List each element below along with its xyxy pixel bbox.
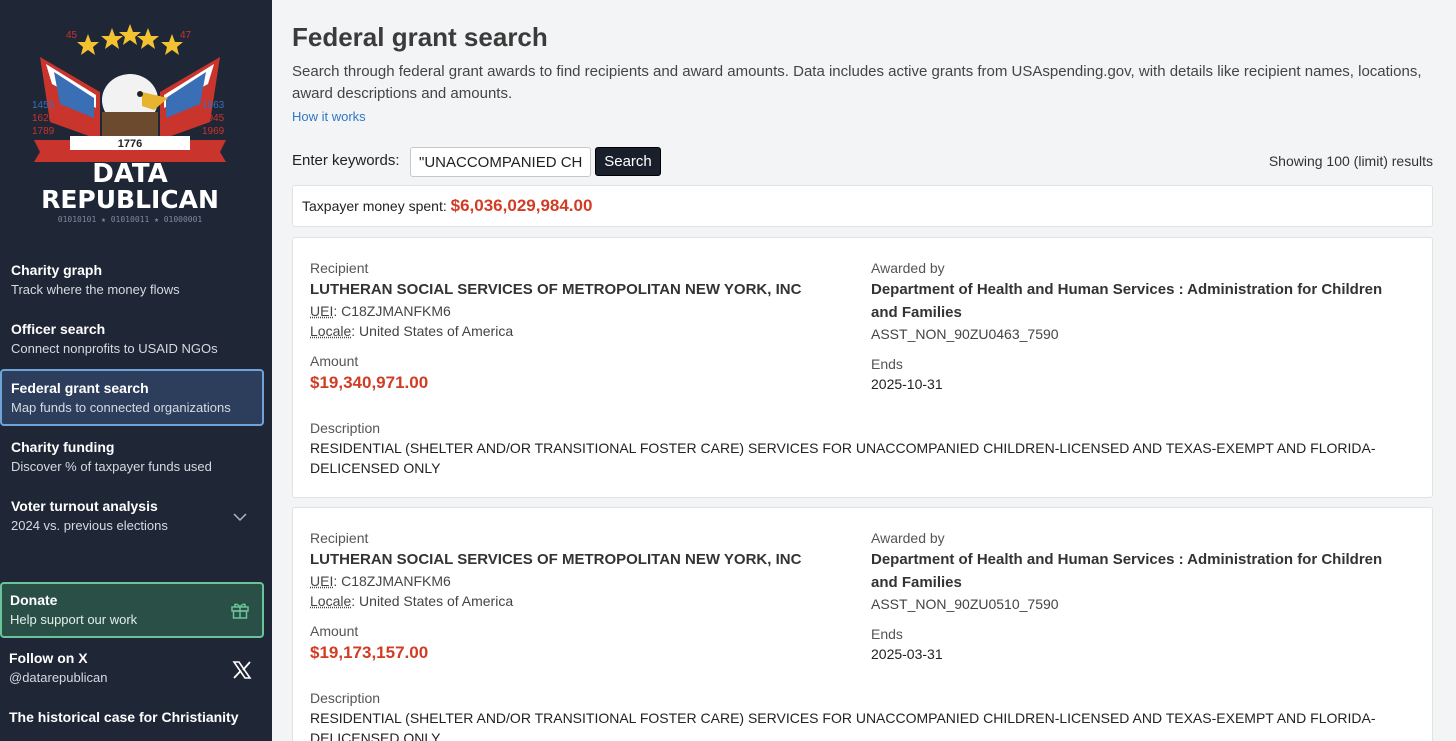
uei-value: : C18ZJMANFKM6 [333, 573, 451, 589]
donate-button[interactable]: Donate Help support our work [0, 582, 264, 638]
total-amount: $6,036,029,984.00 [450, 196, 593, 215]
nav-subtitle: Discover % of taxpayer funds used [11, 459, 212, 474]
award-amount: $19,173,157.00 [310, 643, 429, 662]
sidebar-nav: Charity graph Track where the money flow… [0, 251, 272, 546]
sidebar-item-officer-search[interactable]: Officer search Connect nonprofits to USA… [0, 310, 264, 367]
award-description: RESIDENTIAL (SHELTER AND/OR TRANSITIONAL… [310, 710, 1376, 741]
description-label: Description [310, 690, 381, 706]
donate-subtitle: Help support our work [10, 612, 138, 627]
awarding-agency: Department of Health and Human Services … [871, 281, 1383, 321]
locale-value: : United States of America [351, 593, 514, 609]
end-date: 2025-03-31 [871, 646, 943, 662]
uei-value: : C18ZJMANFKM6 [333, 303, 451, 319]
locale-row: Locale: United States of America [310, 321, 850, 341]
total-label: Taxpayer money spent: [302, 198, 447, 214]
logo-binary: 01010101 ★ 01010011 ★ 01000001 [58, 215, 203, 224]
gift-icon [231, 603, 249, 619]
historical-case-link[interactable]: The historical case for Christianity [9, 709, 239, 725]
results-count: Showing 100 (limit) results [1268, 153, 1433, 169]
grant-card: Recipient LUTHERAN SOCIAL SERVICES OF ME… [292, 237, 1433, 498]
sidebar-item-charity-funding[interactable]: Charity funding Discover % of taxpayer f… [0, 428, 264, 485]
uei-abbr: UEI [310, 303, 334, 319]
keywords-label: Enter keywords: [292, 152, 400, 169]
nav-subtitle: 2024 vs. previous elections [11, 518, 168, 533]
follow-title: Follow on X [9, 650, 88, 666]
chevron-down-icon[interactable] [232, 509, 248, 525]
nav-title: Charity graph [11, 262, 103, 278]
page-description: Search through federal grant awards to f… [292, 63, 1422, 102]
follow-handle: @datarepublican [9, 670, 108, 685]
grant-card: Recipient LUTHERAN SOCIAL SERVICES OF ME… [292, 507, 1433, 741]
amount-label: Amount [310, 353, 359, 369]
recipient-label: Recipient [310, 260, 369, 276]
how-it-works-link[interactable]: How it works [292, 109, 366, 124]
uei-row: UEI: C18ZJMANFKM6 [310, 301, 850, 321]
logo-text-republican: REPUBLICAN [41, 185, 219, 214]
sidebar: 45 47 1455 1620 1789 1863 1945 1969 1776… [0, 0, 272, 741]
donate-title: Donate [10, 592, 58, 608]
nav-title: Officer search [11, 321, 106, 337]
locale-value: : United States of America [351, 323, 514, 339]
nav-subtitle: Map funds to connected organizations [11, 400, 231, 415]
locale-abbr: Locale [310, 323, 352, 339]
nav-subtitle: Track where the money flows [11, 282, 180, 297]
logo-year-left-2: 1620 [32, 113, 55, 124]
sidebar-item-federal-grant-search[interactable]: Federal grant search Map funds to connec… [0, 369, 264, 426]
logo-year-left-3: 1789 [32, 126, 55, 137]
sidebar-item-charity-graph[interactable]: Charity graph Track where the money flow… [0, 251, 264, 308]
x-logo-icon [232, 661, 252, 679]
recipient-name: LUTHERAN SOCIAL SERVICES OF METROPOLITAN… [310, 551, 802, 568]
logo-year-right-2: 1945 [202, 113, 225, 124]
logo-year-right-1: 1863 [202, 100, 225, 111]
nav-title: Voter turnout analysis [11, 498, 158, 514]
uei-abbr: UEI [310, 573, 334, 589]
end-date: 2025-10-31 [871, 376, 943, 392]
main-content: Federal grant search Search through fede… [272, 0, 1456, 741]
locale-abbr: Locale [310, 593, 352, 609]
data-republican-logo[interactable]: 45 47 1455 1620 1789 1863 1945 1969 1776… [30, 22, 230, 227]
recipient-label: Recipient [310, 530, 369, 546]
page-title: Federal grant search [292, 22, 548, 52]
awarding-agency: Department of Health and Human Services … [871, 551, 1383, 591]
search-button[interactable]: Search [595, 147, 661, 176]
awarded-by-label: Awarded by [871, 530, 945, 546]
logo-year-left-1: 1455 [32, 100, 55, 111]
description-label: Description [310, 420, 381, 436]
nav-subtitle: Connect nonprofits to USAID NGOs [11, 341, 218, 356]
keywords-input[interactable] [410, 147, 591, 177]
logo-number-right: 47 [180, 30, 192, 41]
taxpayer-total: Taxpayer money spent: $6,036,029,984.00 [292, 185, 1433, 227]
ends-label: Ends [871, 356, 903, 372]
award-amount: $19,340,971.00 [310, 373, 429, 392]
sidebar-item-voter-turnout[interactable]: Voter turnout analysis 2024 vs. previous… [0, 487, 264, 544]
nav-title: Charity funding [11, 439, 115, 455]
follow-on-x-link[interactable]: Follow on X @datarepublican [0, 642, 264, 698]
logo-number-left: 45 [66, 30, 78, 41]
award-description: RESIDENTIAL (SHELTER AND/OR TRANSITIONAL… [310, 440, 1376, 476]
award-id: ASST_NON_90ZU0463_7590 [871, 326, 1059, 342]
award-id: ASST_NON_90ZU0510_7590 [871, 596, 1059, 612]
nav-title: Federal grant search [11, 380, 149, 396]
logo-banner-year: 1776 [118, 138, 142, 150]
recipient-name: LUTHERAN SOCIAL SERVICES OF METROPOLITAN… [310, 281, 802, 298]
logo-year-right-3: 1969 [202, 126, 225, 137]
uei-row: UEI: C18ZJMANFKM6 [310, 571, 850, 591]
locale-row: Locale: United States of America [310, 591, 850, 611]
amount-label: Amount [310, 623, 359, 639]
ends-label: Ends [871, 626, 903, 642]
awarded-by-label: Awarded by [871, 260, 945, 276]
